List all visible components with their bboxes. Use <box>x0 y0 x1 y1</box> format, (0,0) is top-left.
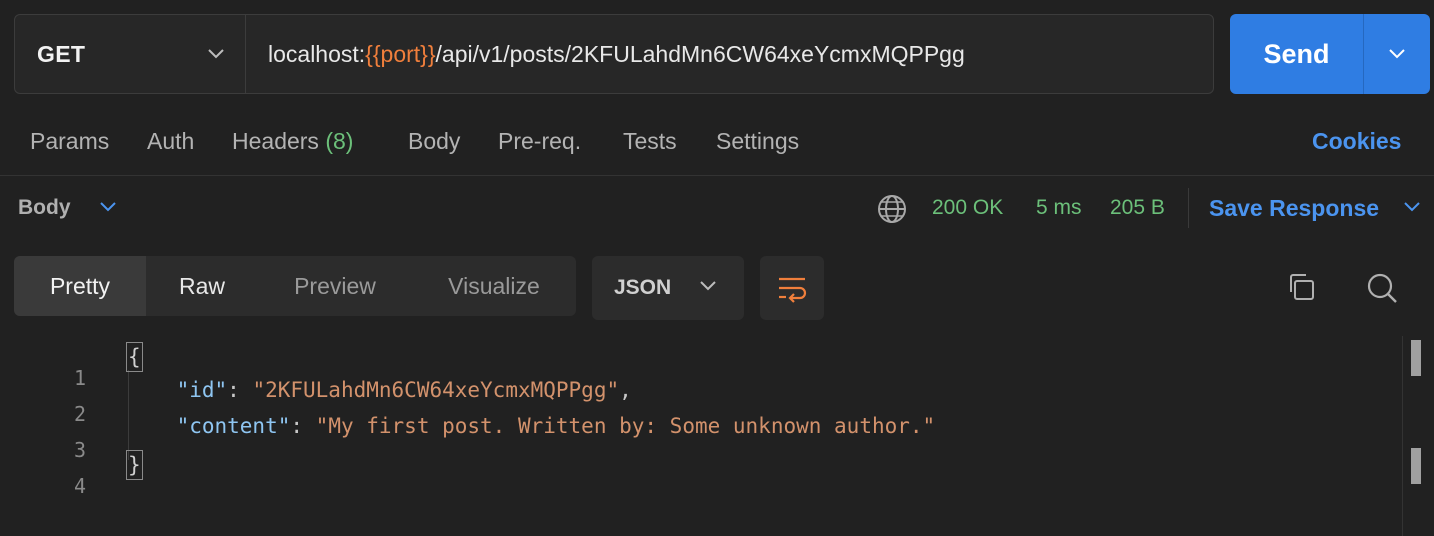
headers-count: (8) <box>325 128 354 154</box>
code-line: 2 "id": "2KFULahdMn6CW64xeYcmxMQPPgg", <box>0 378 1400 426</box>
view-mode-toggle: Pretty Raw Preview Visualize <box>14 256 576 316</box>
format-label: JSON <box>614 276 672 299</box>
send-button-group: Send <box>1230 14 1430 94</box>
tab-headers-label: Headers <box>232 128 319 154</box>
tab-tests[interactable]: Tests <box>623 128 677 155</box>
response-size[interactable]: 205 B <box>1110 196 1165 220</box>
json-key: "id" <box>176 378 228 402</box>
method-label: GET <box>37 40 86 67</box>
response-body-title[interactable]: Body <box>18 196 71 220</box>
chevron-down-icon <box>1389 49 1405 59</box>
url-variable: {{port}} <box>365 40 436 67</box>
send-button[interactable]: Send <box>1230 14 1364 94</box>
scrollbar-marker <box>1411 448 1421 484</box>
scrollbar-track <box>1402 336 1403 536</box>
line-number: 4 <box>73 474 86 498</box>
scrollbar-thumb[interactable] <box>1411 340 1421 376</box>
copy-icon[interactable] <box>1284 270 1318 304</box>
view-raw[interactable]: Raw <box>146 256 258 316</box>
view-preview[interactable]: Preview <box>272 256 398 316</box>
url-suffix: /api/v1/posts/2KFULahdMn6CW64xeYcmxMQPPg… <box>435 40 965 67</box>
open-brace: { <box>126 342 143 372</box>
tab-auth[interactable]: Auth <box>147 128 194 155</box>
tab-params[interactable]: Params <box>30 128 109 155</box>
code-line: 1 { <box>0 342 1400 390</box>
wrap-lines-icon <box>779 277 807 303</box>
tab-headers[interactable]: Headers (8) <box>232 128 353 155</box>
tab-body[interactable]: Body <box>408 128 460 155</box>
cookies-link[interactable]: Cookies <box>1312 128 1401 155</box>
divider <box>0 175 1434 176</box>
response-editor[interactable]: 1 { 2 "id": "2KFULahdMn6CW64xeYcmxMQPPgg… <box>0 336 1434 536</box>
save-response-button[interactable]: Save Response <box>1209 195 1379 222</box>
json-string: "2KFULahdMn6CW64xeYcmxMQPPgg" <box>252 378 620 402</box>
json-string: "My first post. Written by: Some unknown… <box>315 414 936 438</box>
status-code[interactable]: 200 OK <box>932 196 1003 220</box>
response-bar: Body 200 OK 5 ms 205 B Save Response <box>0 186 1434 232</box>
chevron-down-icon <box>208 49 224 59</box>
view-pretty[interactable]: Pretty <box>14 256 146 316</box>
tab-prereq[interactable]: Pre-req. <box>498 128 581 155</box>
view-visualize[interactable]: Visualize <box>424 256 564 316</box>
json-key: "content" <box>176 414 291 438</box>
wrap-lines-button[interactable] <box>760 256 824 320</box>
chevron-down-icon[interactable] <box>1402 200 1422 214</box>
divider <box>1188 188 1189 228</box>
format-select[interactable]: JSON <box>592 256 744 320</box>
code-line: 4 } <box>0 450 1400 498</box>
tab-settings[interactable]: Settings <box>716 128 799 155</box>
url-prefix: localhost: <box>268 40 366 67</box>
method-select[interactable]: GET <box>15 15 246 93</box>
globe-icon[interactable] <box>877 194 907 224</box>
close-brace: } <box>126 450 143 480</box>
request-bar: GET localhost: {{port}}/api/v1/posts/2KFU… <box>14 14 1214 94</box>
response-time[interactable]: 5 ms <box>1036 196 1082 220</box>
search-icon[interactable] <box>1364 270 1400 306</box>
request-tabs: Params Auth Headers (8) Body Pre-req. Te… <box>0 118 1434 166</box>
chevron-down-icon[interactable] <box>98 200 118 214</box>
code-line: 3 "content": "My first post. Written by:… <box>0 414 1400 462</box>
url-input[interactable]: localhost: {{port}}/api/v1/posts/2KFULahd… <box>246 15 1213 93</box>
chevron-down-icon <box>700 281 716 291</box>
send-options-button[interactable] <box>1364 14 1430 94</box>
